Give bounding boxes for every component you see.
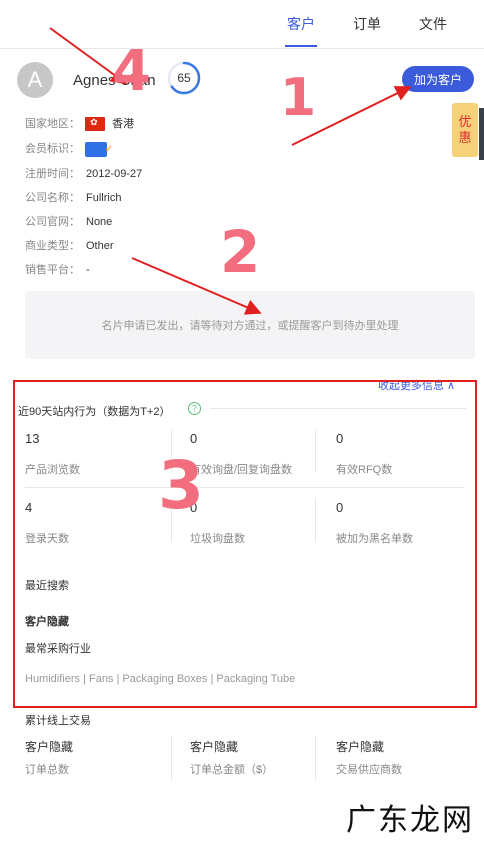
info-registered: 注册时间： 2012-09-27: [25, 165, 142, 181]
avatar: A: [17, 62, 53, 98]
help-icon[interactable]: ?: [188, 402, 201, 415]
region-label: 国家地区：: [25, 118, 80, 130]
member-label: 会员标识：: [25, 143, 80, 155]
biztype-label: 商业类型：: [25, 240, 80, 252]
reg-label: 注册时间：: [25, 168, 80, 180]
divider: [171, 429, 172, 473]
watermark: 广东龙网: [346, 803, 474, 838]
tab-customer[interactable]: 客户: [287, 14, 315, 34]
trade-label-amount: 订单总金额（$）: [190, 764, 274, 776]
stat-label-rfq: 有效RFQ数: [336, 464, 393, 476]
company-value: Fullrich: [86, 192, 122, 204]
annotation-2: 2: [220, 218, 260, 286]
region-value: 香港: [112, 118, 135, 130]
trade-value-suppliers: 客户隐藏: [336, 740, 385, 754]
tab-bar: 客户 订单 文件: [0, 0, 484, 49]
behavior-title: 近90天站内行为（数据为T+2）: [18, 406, 171, 418]
stat-label-spam: 垃圾询盘数: [190, 533, 245, 545]
info-region: 国家地区： 香港: [25, 115, 135, 132]
divider: [315, 498, 316, 542]
verified-member-icon: [85, 141, 113, 157]
recent-search-label: 最近搜索: [25, 580, 69, 592]
trade-value-amount: 客户隐藏: [190, 740, 239, 754]
trade-label-suppliers: 交易供应商数: [336, 764, 402, 776]
card-request-notice: 名片申请已发出，请等待对方通过，或提醒客户到待办里处理: [25, 291, 475, 359]
industry-list: Humidifiers | Fans | Packaging Boxes | P…: [25, 673, 296, 685]
stat-value-views: 13: [25, 431, 40, 446]
customer-name: Agnes Chan: [73, 72, 156, 89]
stat-label-inquiries: 有效询盘/回复询盘数: [190, 464, 293, 476]
info-platform: 销售平台： -: [25, 261, 90, 277]
reg-value: 2012-09-27: [86, 168, 143, 180]
recent-search-hidden: 客户隐藏: [25, 616, 69, 628]
info-website: 公司官网： None: [25, 213, 112, 229]
active-tab-indicator: [285, 45, 317, 47]
platform-value: -: [86, 264, 90, 276]
side-toolbar[interactable]: [479, 108, 484, 160]
company-label: 公司名称：: [25, 192, 80, 204]
website-label: 公司官网：: [25, 216, 80, 228]
stat-value-rfq: 0: [336, 431, 344, 446]
stat-label-views: 产品浏览数: [25, 464, 80, 476]
industry-label: 最常采购行业: [25, 643, 91, 655]
divider: [315, 736, 316, 780]
arrow-to-button: [291, 86, 412, 146]
divider: [315, 429, 316, 473]
section-divider: [210, 408, 466, 409]
promo-text-1: 优: [458, 114, 472, 129]
trade-title: 累计线上交易: [25, 715, 91, 727]
stat-value-blacklist: 0: [336, 500, 344, 515]
biztype-value: Other: [86, 240, 114, 252]
info-member: 会员标识：: [25, 140, 113, 157]
stat-value-inquiries: 0: [190, 431, 198, 446]
stat-value-spam: 0: [190, 500, 198, 515]
platform-label: 销售平台：: [25, 264, 80, 276]
score-value: 65: [177, 71, 191, 85]
info-biztype: 商业类型： Other: [25, 237, 114, 253]
info-company: 公司名称： Fullrich: [25, 189, 121, 205]
trade-value-orders: 客户隐藏: [25, 740, 74, 754]
promo-badge[interactable]: 优 惠: [452, 103, 478, 157]
stat-label-blacklist: 被加为黑名单数: [336, 533, 413, 545]
stat-label-login-days: 登录天数: [25, 533, 69, 545]
tab-orders[interactable]: 订单: [353, 14, 381, 34]
hong-kong-flag-icon: [85, 117, 106, 132]
annotation-1: 1: [280, 68, 316, 128]
add-customer-button[interactable]: 加为客户: [402, 66, 474, 92]
trade-label-orders: 订单总数: [25, 764, 69, 776]
tab-files[interactable]: 文件: [419, 14, 447, 34]
stat-value-login-days: 4: [25, 500, 33, 515]
promo-text-2: 惠: [458, 130, 472, 145]
divider: [171, 498, 172, 542]
website-value: None: [86, 216, 113, 228]
row-divider: [25, 487, 465, 488]
divider: [171, 736, 172, 780]
